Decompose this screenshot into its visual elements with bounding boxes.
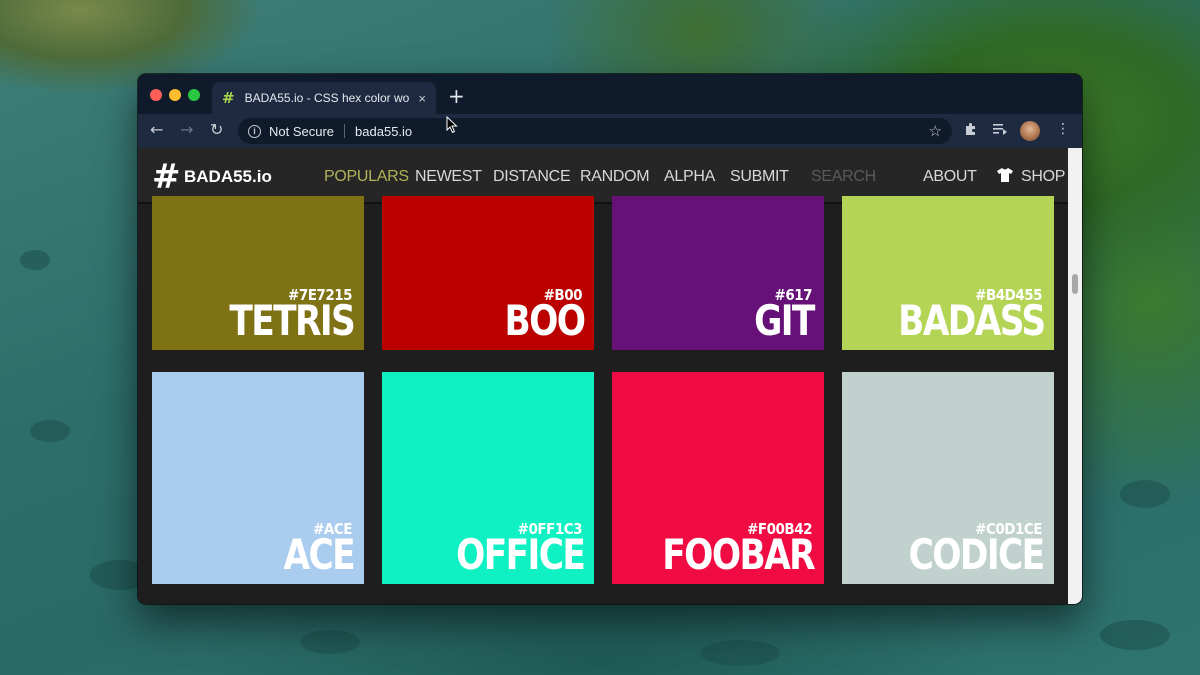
scrollbar[interactable] — [1068, 148, 1082, 604]
color-card[interactable]: #B4D455 BADASS — [842, 196, 1054, 350]
browser-menu-icon[interactable]: ⋮ — [1056, 121, 1070, 137]
scrollbar-thumb[interactable] — [1072, 274, 1078, 294]
color-card[interactable]: #F00B42 FOOBAR — [612, 372, 824, 584]
color-card[interactable]: #7E7215 TETRIS — [152, 196, 364, 350]
info-icon[interactable]: i — [248, 124, 261, 138]
color-card[interactable]: #C0D1CE CODICE — [842, 372, 1054, 584]
color-word: CODICE — [909, 530, 1046, 579]
nav-populars[interactable]: POPULARS — [324, 168, 409, 186]
address-bar[interactable]: i Not Secure bada55.io ☆ — [238, 118, 952, 144]
bg-speck — [20, 250, 50, 270]
color-word: FOOBAR — [662, 530, 815, 579]
reload-button[interactable]: ↻ — [210, 120, 223, 139]
favicon-icon: # — [222, 89, 235, 107]
color-word: GIT — [754, 296, 815, 345]
color-word: OFFICE — [455, 530, 586, 579]
window-minimize-button[interactable] — [169, 89, 181, 101]
color-card[interactable]: #617 GIT — [612, 196, 824, 350]
search-input[interactable]: SEARCH — [811, 168, 876, 186]
window-close-button[interactable] — [150, 89, 162, 101]
media-queue-icon[interactable] — [993, 122, 1008, 140]
color-word: ACE — [283, 530, 355, 579]
browser-window: # BADA55.io - CSS hex color wo × + ← → ↻… — [138, 74, 1082, 604]
nav-distance[interactable]: DISTANCE — [493, 168, 571, 186]
nav-alpha[interactable]: ALPHA — [664, 168, 715, 186]
tab-strip: # BADA55.io - CSS hex color wo × + — [138, 74, 1082, 114]
page-viewport: # BADA55.io POPULARS NEWEST DISTANCE RAN… — [138, 148, 1082, 604]
color-card[interactable]: #0FF1C3 OFFICE — [382, 372, 594, 584]
color-grid: #7E7215 TETRIS #B00 BOO #617 GIT #B4D455 BADASS… — [138, 196, 1068, 604]
color-word: BOO — [504, 296, 586, 345]
bg-speck — [700, 640, 780, 666]
divider — [344, 124, 346, 138]
browser-tab[interactable]: # BADA55.io - CSS hex color wo × — [212, 82, 436, 114]
nav-random[interactable]: RANDOM — [580, 168, 650, 186]
bg-speck — [1120, 480, 1170, 508]
window-maximize-button[interactable] — [188, 89, 200, 101]
nav-submit[interactable]: SUBMIT — [730, 168, 789, 186]
bg-speck — [300, 630, 360, 654]
site-logo[interactable]: BADA55.io — [184, 167, 272, 187]
tab-title: BADA55.io - CSS hex color wo — [244, 91, 410, 105]
tshirt-icon — [996, 167, 1014, 187]
bookmark-star-icon[interactable]: ☆ — [929, 122, 942, 140]
color-word: TETRIS — [229, 296, 355, 345]
nav-shop[interactable]: SHOP — [1021, 168, 1065, 186]
tab-close-icon[interactable]: × — [418, 91, 426, 106]
browser-toolbar: ← → ↻ i Not Secure bada55.io ☆ ⋮ — [138, 114, 1082, 148]
color-word: BADASS — [897, 296, 1046, 345]
nav-about[interactable]: ABOUT — [923, 168, 977, 186]
color-card[interactable]: #B00 BOO — [382, 196, 594, 350]
logo-hash-icon[interactable]: # — [152, 157, 181, 197]
forward-button[interactable]: → — [180, 120, 193, 139]
new-tab-button[interactable]: + — [448, 84, 465, 108]
nav-newest[interactable]: NEWEST — [415, 168, 482, 186]
profile-avatar[interactable] — [1020, 121, 1040, 141]
security-label: Not Secure — [269, 123, 335, 139]
bg-speck — [1100, 620, 1170, 650]
color-card[interactable]: #ACE ACE — [152, 372, 364, 584]
puzzle-icon[interactable] — [964, 122, 978, 140]
url-text[interactable]: bada55.io — [355, 124, 929, 139]
bg-speck — [30, 420, 70, 442]
back-button[interactable]: ← — [150, 120, 163, 139]
